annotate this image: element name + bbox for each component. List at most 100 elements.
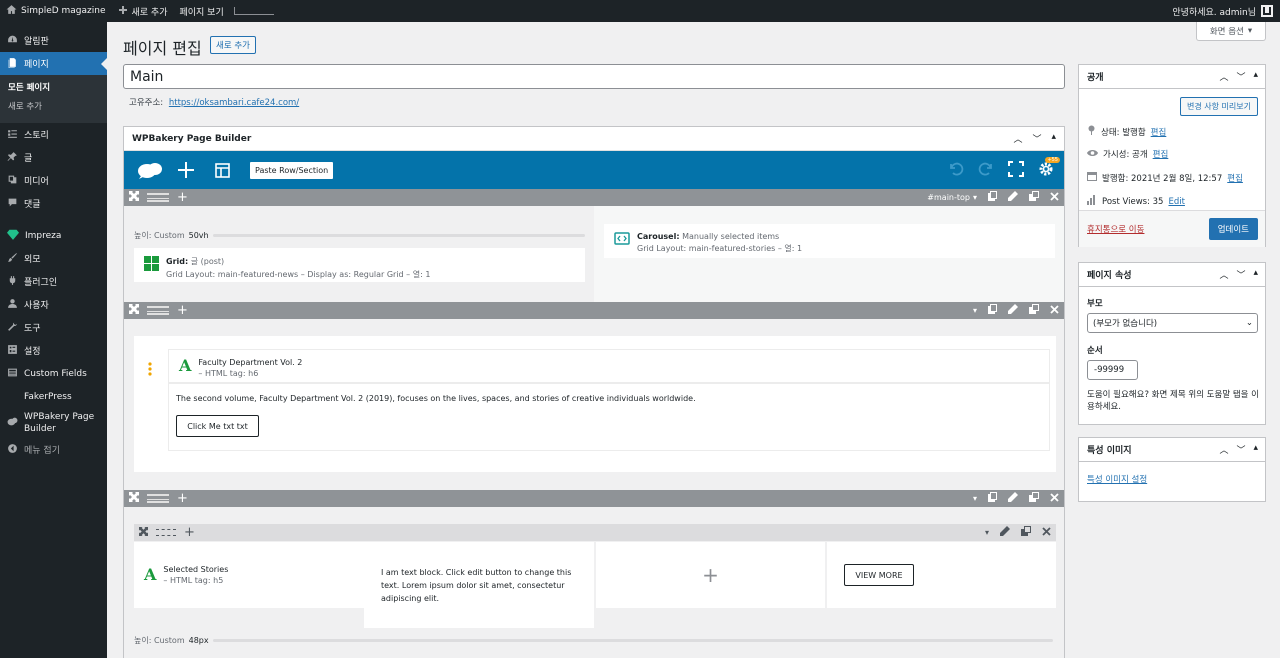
sidebar-item-comments[interactable]: 댓글 <box>0 192 107 215</box>
published-edit-link[interactable]: 편집 <box>1227 172 1243 184</box>
order-input[interactable]: -99999 <box>1087 360 1138 380</box>
templates-button[interactable] <box>204 151 240 189</box>
copy-icon[interactable] <box>988 492 997 505</box>
chevron-up-icon[interactable]: ︿ <box>1013 132 1022 145</box>
sidebar-item-tools[interactable]: 도구 <box>0 316 107 339</box>
close-icon[interactable] <box>1050 492 1059 505</box>
add-new-button[interactable]: 새로 추가 <box>210 36 256 54</box>
clone-icon[interactable] <box>1029 304 1039 317</box>
text-element[interactable]: The second volume, Faculty Department Vo… <box>168 383 1050 451</box>
settings-gear-button[interactable]: +55 <box>1038 156 1060 180</box>
add-column-icon[interactable]: + <box>177 191 188 204</box>
heading-element[interactable]: A Faculty Department Vol. 2 – HTML tag: … <box>168 349 1050 383</box>
heading-icon: A <box>179 356 192 375</box>
cta-button[interactable]: Click Me txt txt <box>176 415 259 437</box>
toggle-row-icon[interactable]: ▾ <box>985 528 989 537</box>
clone-icon[interactable] <box>1021 526 1031 539</box>
visibility-edit-link[interactable]: 편집 <box>1153 148 1169 160</box>
edit-icon[interactable] <box>1008 304 1018 317</box>
post-views-edit-link[interactable]: Edit <box>1168 197 1184 207</box>
post-title-input[interactable]: Main <box>123 64 1065 89</box>
move-to-trash-link[interactable]: 휴지통으로 이동 <box>1087 223 1144 235</box>
sidebar-item-wpbakery[interactable]: WPBakery Page Builder <box>0 408 107 438</box>
view-more-button[interactable]: VIEW MORE <box>844 564 914 586</box>
sidebar-item-stories[interactable]: 스토리 <box>0 123 107 146</box>
parent-select[interactable]: (부모가 없습니다) ⌄ <box>1087 313 1258 333</box>
sidebar-item-media[interactable]: 미디어 <box>0 169 107 192</box>
undo-icon[interactable] <box>948 161 964 180</box>
sidebar-item-users[interactable]: 사용자 <box>0 293 107 316</box>
sidebar-item-posts[interactable]: 글 <box>0 146 107 169</box>
clone-icon[interactable] <box>1029 492 1039 505</box>
toggle-arrow-icon[interactable]: ▴ <box>1253 268 1258 281</box>
sidebar-item-custom-fields[interactable]: Custom Fields <box>0 362 107 385</box>
chevron-up-icon[interactable]: ︿ <box>1219 268 1228 281</box>
edit-icon[interactable] <box>1008 492 1018 505</box>
toggle-arrow-icon[interactable]: ▴ <box>1253 443 1258 456</box>
row-layout-icon[interactable] <box>147 193 169 202</box>
sidebar-item-dashboard[interactable]: 알림판 <box>0 29 107 52</box>
toggle-row-icon[interactable]: ▾ <box>973 494 977 503</box>
toggle-row-icon[interactable]: ▾ <box>973 306 977 315</box>
redo-icon[interactable] <box>978 161 994 180</box>
sidebar-item-settings[interactable]: 설정 <box>0 339 107 362</box>
close-icon[interactable] <box>1042 526 1051 539</box>
chevron-down-icon[interactable]: ﹀ <box>1236 443 1245 456</box>
move-row-icon[interactable] <box>129 304 139 317</box>
row-layout-icon[interactable] <box>147 494 169 503</box>
status-edit-link[interactable]: 편집 <box>1151 126 1167 138</box>
preview-changes-button[interactable]: 변경 사항 미리보기 <box>1180 97 1258 116</box>
admin-bar-account[interactable]: 안녕하세요. admin님 <box>1172 5 1280 18</box>
submenu-all-pages[interactable]: 모든 페이지 <box>0 79 107 98</box>
admin-bar-view-page[interactable]: 페이지 보기 <box>173 0 229 22</box>
sidebar-item-plugins[interactable]: 플러그인 <box>0 270 107 293</box>
toggle-arrow-icon[interactable]: ▴ <box>1253 70 1258 83</box>
height-value: 50vh <box>188 231 209 240</box>
copy-icon[interactable] <box>988 304 997 317</box>
add-column-icon[interactable]: + <box>177 304 188 317</box>
chevron-up-icon[interactable]: ︿ <box>1219 443 1228 456</box>
close-icon[interactable] <box>1050 304 1059 317</box>
fullscreen-icon[interactable] <box>1008 160 1024 180</box>
permalink-link[interactable]: https://oksambari.cafe24.com/ <box>169 98 299 108</box>
copy-icon[interactable] <box>988 191 997 204</box>
paste-row-tooltip[interactable]: Paste Row/Section <box>250 161 334 179</box>
sidebar-item-fakerpress[interactable]: FakerPress <box>0 385 107 408</box>
chevron-down-icon[interactable]: ﹀ <box>1236 70 1245 83</box>
submenu-add-new[interactable]: 새로 추가 <box>0 98 107 117</box>
set-featured-image-link[interactable]: 특성 이미지 설정 <box>1087 473 1147 485</box>
row-layout-icon[interactable] <box>147 306 169 315</box>
toggle-arrow-icon[interactable]: ▴ <box>1051 132 1056 145</box>
add-column-icon[interactable]: + <box>184 526 195 539</box>
add-element-placeholder[interactable]: + <box>596 542 825 608</box>
heading-element[interactable]: A Selected Stories – HTML tag: h5 <box>134 542 364 608</box>
update-button[interactable]: 업데이트 <box>1208 218 1258 240</box>
carousel-element[interactable]: Carousel: Manually selected items Grid L… <box>604 224 1055 258</box>
wpbakery-logo[interactable] <box>132 151 168 189</box>
toggle-row-icon[interactable]: ▾ <box>973 193 977 202</box>
sidebar-item-pages[interactable]: 페이지 <box>0 52 107 75</box>
text-block-element[interactable]: I am text block. Click edit button to ch… <box>364 542 594 628</box>
edit-icon[interactable] <box>1000 526 1010 539</box>
drag-handle-icon[interactable] <box>148 362 152 379</box>
row-layout-icon[interactable] <box>156 529 176 536</box>
admin-bar-site[interactable]: SimpleD magazine <box>0 0 112 22</box>
sidebar-item-appearance[interactable]: 외모 <box>0 247 107 270</box>
chevron-up-icon[interactable]: ︿ <box>1219 70 1228 83</box>
move-row-icon[interactable] <box>129 191 139 204</box>
chevron-down-icon[interactable]: ﹀ <box>1032 132 1041 145</box>
add-element-button[interactable] <box>168 151 204 189</box>
sidebar-collapse[interactable]: 메뉴 접기 <box>0 438 107 461</box>
move-row-icon[interactable] <box>129 492 139 505</box>
button-element[interactable]: VIEW MORE <box>827 542 1056 608</box>
chevron-down-icon[interactable]: ﹀ <box>1236 268 1245 281</box>
clone-icon[interactable] <box>1029 191 1039 204</box>
sidebar-item-impreza[interactable]: Impreza <box>0 224 107 247</box>
admin-bar-new[interactable]: 새로 추가 <box>112 0 174 22</box>
edit-icon[interactable] <box>1008 191 1018 204</box>
grid-element[interactable]: Grid: 글 (post) Grid Layout: main-feature… <box>134 248 585 282</box>
screen-options-button[interactable]: 화면 옵션 ▾ <box>1196 22 1266 41</box>
close-icon[interactable] <box>1050 191 1059 204</box>
move-row-icon[interactable] <box>139 526 148 539</box>
add-column-icon[interactable]: + <box>177 492 188 505</box>
